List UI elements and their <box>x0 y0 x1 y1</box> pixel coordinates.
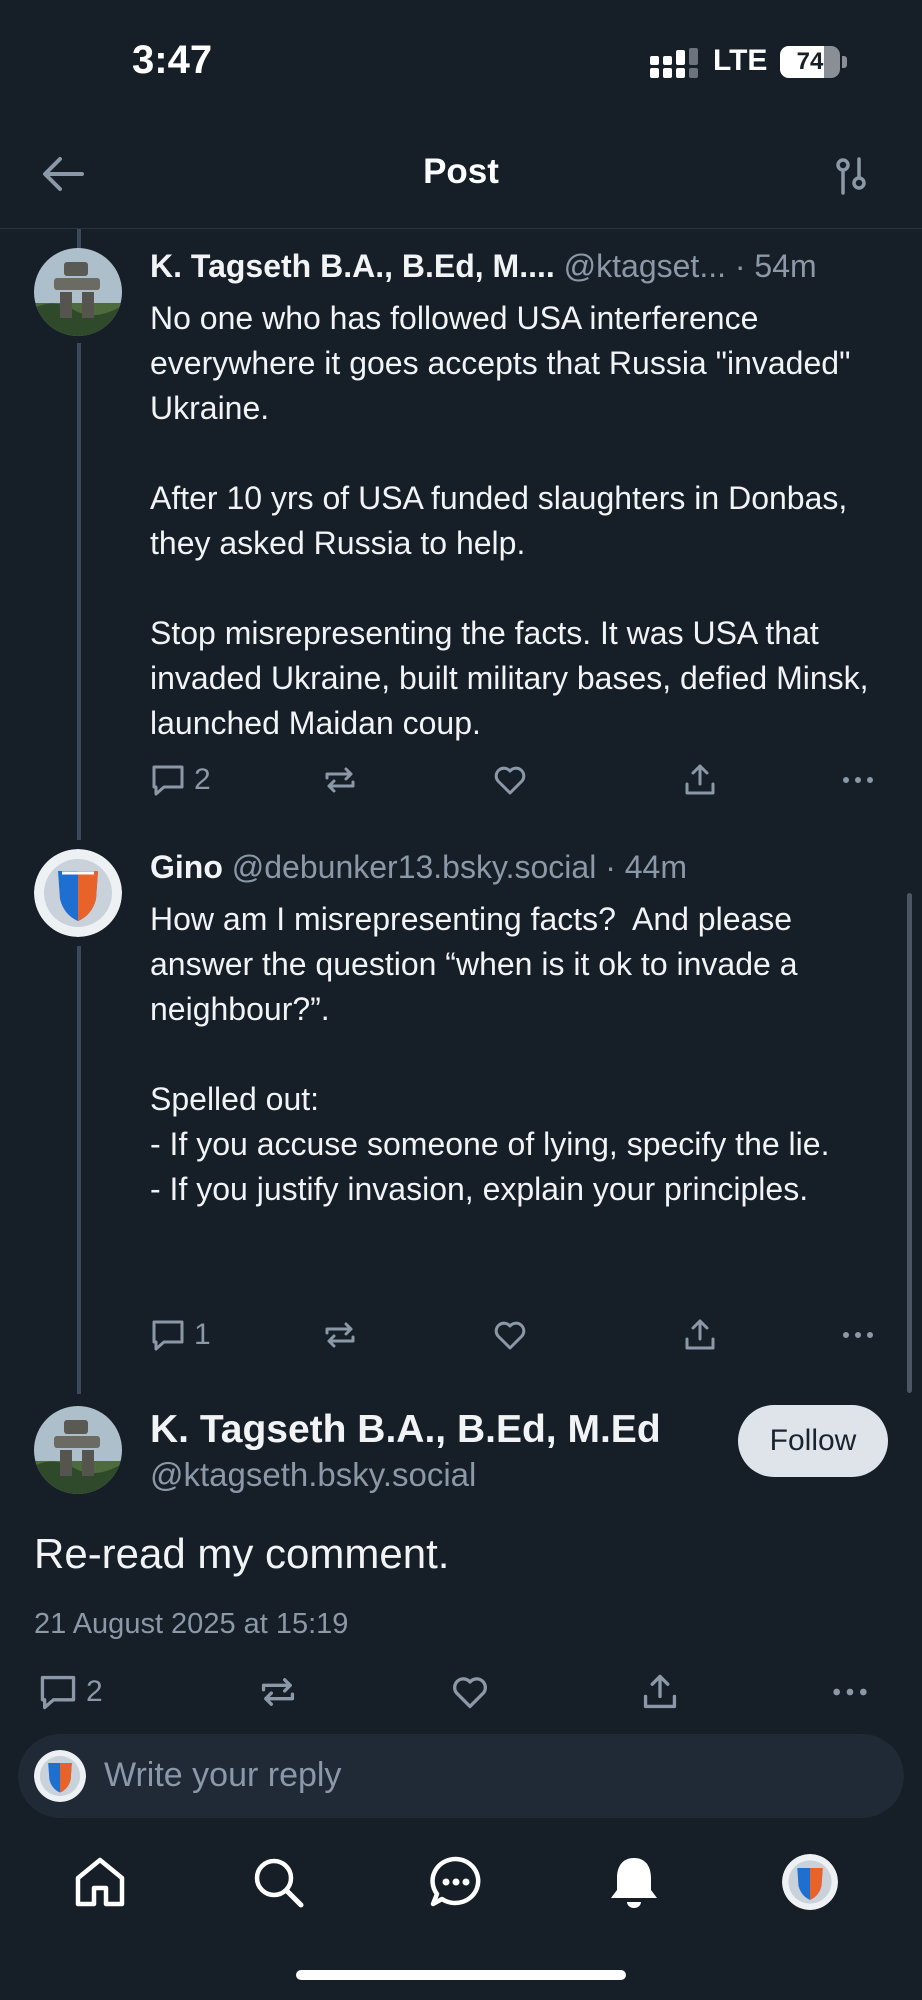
post-actions: 2 <box>38 1672 884 1716</box>
cell-signal-icon <box>650 48 698 78</box>
heart-icon <box>453 1677 487 1709</box>
repost-icon <box>325 1322 355 1348</box>
sliders-icon[interactable] <box>834 156 868 196</box>
tab-bar <box>0 1830 922 1940</box>
post-time: · 44m <box>605 849 687 885</box>
shield-avatar-image <box>34 849 122 937</box>
scrollbar[interactable] <box>907 893 912 1393</box>
more-icon <box>833 1688 867 1696</box>
like-button[interactable] <box>492 762 528 798</box>
reply-button[interactable]: 2 <box>38 1672 103 1712</box>
battery-nub <box>842 56 847 68</box>
top-header: Post <box>0 120 922 229</box>
bell-icon[interactable] <box>606 1854 662 1910</box>
like-button[interactable] <box>492 1317 528 1353</box>
user-avatar <box>34 1750 86 1802</box>
post-header: K. Tagseth B.A., B.Ed, M.... @ktagset...… <box>150 248 817 285</box>
shield-avatar-image <box>34 1750 86 1802</box>
shield-avatar-image <box>782 1854 838 1910</box>
reply-button[interactable]: 2 <box>150 762 211 798</box>
status-time: 3:47 <box>132 38 213 82</box>
network-type: LTE <box>713 44 768 77</box>
post-header: Gino @debunker13.bsky.social · 44m <box>150 849 687 886</box>
inukshuk-avatar-image <box>34 248 122 336</box>
more-button[interactable] <box>840 1317 876 1353</box>
more-button[interactable] <box>830 1672 870 1712</box>
author-name[interactable]: Gino <box>150 849 223 885</box>
thread-line <box>77 946 81 1394</box>
avatar[interactable] <box>34 248 122 336</box>
post-text: How am I misrepresenting facts? And plea… <box>150 901 830 1207</box>
repost-button[interactable] <box>322 762 358 798</box>
share-button[interactable] <box>682 1317 718 1353</box>
home-icon[interactable] <box>72 1854 128 1910</box>
author-handle[interactable]: @ktagseth.bsky.social <box>150 1456 476 1494</box>
post-time: · 54m <box>734 248 817 284</box>
share-icon <box>685 1319 715 1350</box>
reply-count: 1 <box>194 1318 211 1351</box>
reply-input[interactable]: Write your reply <box>18 1734 904 1818</box>
share-icon <box>685 764 715 795</box>
post-actions: 2 <box>150 762 880 806</box>
author-handle[interactable]: @ktagset... <box>564 248 726 284</box>
more-button[interactable] <box>840 762 876 798</box>
comment-icon <box>40 1675 76 1710</box>
author-name[interactable]: K. Tagseth B.A., B.Ed, M.Ed <box>150 1408 661 1452</box>
author-name[interactable]: K. Tagseth B.A., B.Ed, M.... <box>150 248 555 284</box>
status-bar: 3:47 LTE 74 <box>0 0 922 120</box>
post-text: No one who has followed USA interference… <box>150 300 869 741</box>
repost-icon <box>325 767 355 793</box>
search-icon[interactable] <box>250 1854 306 1910</box>
repost-button[interactable] <box>322 1317 358 1353</box>
home-indicator[interactable] <box>296 1970 626 1980</box>
share-button[interactable] <box>682 762 718 798</box>
more-icon <box>843 1332 873 1338</box>
reply-button[interactable]: 1 <box>150 1317 211 1353</box>
avatar[interactable] <box>34 849 122 937</box>
chat-icon[interactable] <box>428 1854 484 1910</box>
heart-icon <box>494 1321 526 1350</box>
heart-icon <box>494 766 526 795</box>
comment-icon <box>152 765 184 796</box>
author-handle[interactable]: @debunker13.bsky.social <box>232 849 597 885</box>
follow-button[interactable]: Follow <box>738 1405 888 1477</box>
avatar[interactable] <box>34 1406 122 1494</box>
reply-count: 2 <box>86 1675 103 1708</box>
share-button[interactable] <box>640 1672 680 1712</box>
reply-count: 2 <box>194 763 211 796</box>
post-timestamp: 21 August 2025 at 15:19 <box>34 1608 349 1640</box>
reply-placeholder: Write your reply <box>104 1756 342 1794</box>
thread-line <box>77 343 81 840</box>
like-button[interactable] <box>450 1672 490 1712</box>
battery-percent: 74 <box>796 48 824 75</box>
page-title: Post <box>423 152 499 191</box>
inukshuk-avatar-image <box>34 1406 122 1494</box>
profile-avatar[interactable] <box>782 1854 838 1910</box>
repost-button[interactable] <box>258 1672 298 1712</box>
repost-icon <box>261 1678 295 1706</box>
comment-icon <box>152 1320 184 1351</box>
post-text: Re-read my comment. <box>34 1530 450 1577</box>
post-actions: 1 <box>150 1317 880 1361</box>
battery-icon: 74 <box>780 46 840 78</box>
share-icon <box>643 1674 677 1709</box>
more-icon <box>843 777 873 783</box>
